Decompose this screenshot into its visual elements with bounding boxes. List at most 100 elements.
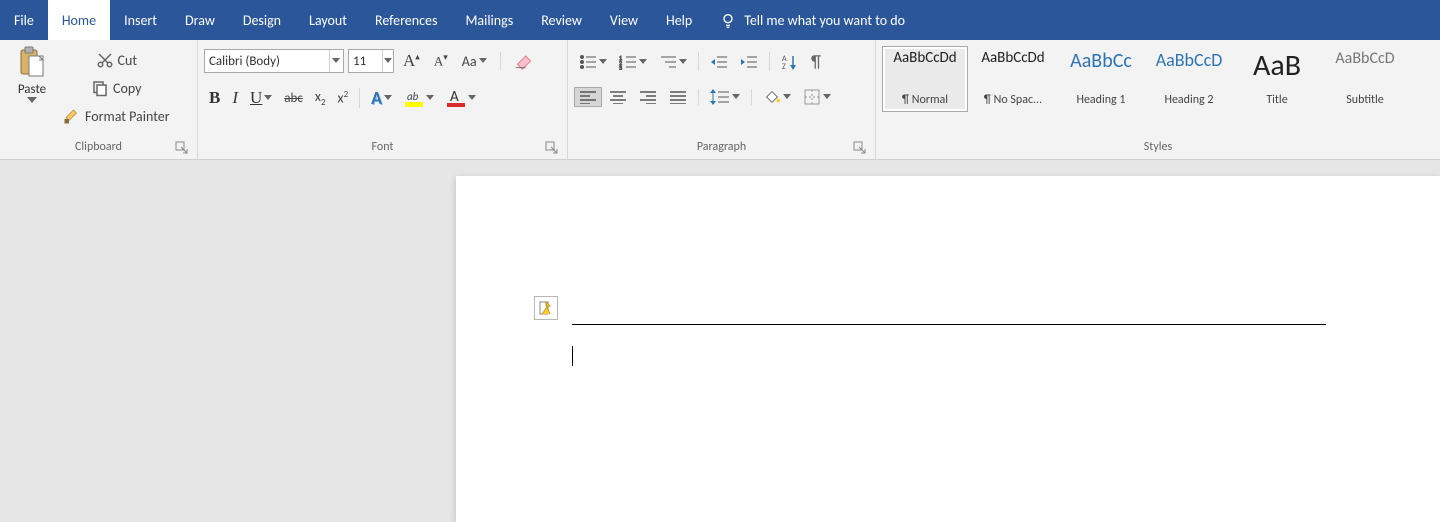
copy-icon — [91, 79, 109, 97]
svg-text:3: 3 — [619, 64, 622, 70]
group-clipboard: Paste Cut Copy Format Painter Clipboa — [0, 40, 198, 159]
style-item-subtitle[interactable]: AaBbCcDSubtitle — [1322, 46, 1408, 112]
show-hide-marks-button[interactable]: ¶ — [806, 48, 826, 75]
style-sample: AaBbCcD — [1156, 51, 1223, 69]
cut-button[interactable]: Cut — [58, 48, 175, 72]
sort-button[interactable]: AZ — [776, 50, 804, 74]
menu-layout[interactable]: Layout — [295, 0, 361, 40]
style-item--no-spac-[interactable]: AaBbCcDd¶ No Spac... — [970, 46, 1056, 112]
strikethrough-icon: abc — [284, 91, 303, 106]
chevron-down-icon — [468, 95, 476, 101]
document-page[interactable] — [456, 176, 1440, 522]
chevron-down-icon — [384, 95, 392, 101]
paint-bucket-icon — [763, 88, 781, 106]
paste-icon — [17, 46, 47, 80]
font-name-input[interactable] — [205, 54, 329, 69]
chevron-down-icon — [27, 97, 37, 105]
clipboard-launcher[interactable] — [175, 141, 189, 155]
style-sample: AaB — [1253, 51, 1301, 81]
menu-view[interactable]: View — [596, 0, 652, 40]
menu-mailings[interactable]: Mailings — [451, 0, 527, 40]
tell-me-search[interactable]: Tell me what you want to do — [706, 0, 919, 40]
font-launcher[interactable] — [545, 141, 559, 155]
font-size-input[interactable] — [349, 54, 382, 69]
style-item-heading-2[interactable]: AaBbCcDHeading 2 — [1146, 46, 1232, 112]
highlight-button[interactable]: ab — [399, 85, 439, 111]
sort-icon: AZ — [781, 53, 799, 71]
paste-button[interactable]: Paste — [6, 44, 58, 107]
style-sample: AaBbCc — [1070, 51, 1132, 71]
copy-button[interactable]: Copy — [58, 76, 175, 100]
strikethrough-button[interactable]: abc — [279, 88, 308, 109]
align-center-button[interactable] — [604, 87, 632, 107]
subscript-icon: x2 — [315, 88, 326, 108]
justify-button[interactable] — [664, 87, 692, 107]
change-case-button[interactable]: Aa — [457, 50, 492, 73]
text-effects-icon: A — [371, 87, 382, 109]
decrease-indent-button[interactable] — [705, 51, 733, 73]
font-size-combo[interactable] — [348, 49, 394, 73]
multilevel-list-button[interactable] — [654, 51, 692, 73]
eraser-icon — [514, 52, 534, 70]
menu-file[interactable]: File — [0, 0, 48, 40]
pilcrow-icon: ¶ — [811, 51, 821, 72]
menu-help[interactable]: Help — [652, 0, 706, 40]
menu-review[interactable]: Review — [527, 0, 596, 40]
highlight-icon: ab — [404, 88, 424, 108]
menu-references[interactable]: References — [361, 0, 451, 40]
menu-insert[interactable]: Insert — [110, 0, 171, 40]
superscript-icon: x2 — [338, 89, 349, 107]
menu-design[interactable]: Design — [229, 0, 295, 40]
line-spacing-icon — [710, 89, 730, 105]
font-name-combo[interactable] — [204, 49, 344, 73]
group-label-paragraph: Paragraph — [574, 140, 869, 154]
clear-formatting-button[interactable] — [509, 49, 539, 73]
paragraph-launcher[interactable] — [853, 141, 867, 155]
italic-button[interactable]: I — [227, 85, 243, 111]
subscript-button[interactable]: x2 — [310, 85, 331, 111]
menu-home[interactable]: Home — [48, 0, 110, 40]
multilevel-icon — [659, 54, 677, 70]
style-item-heading-1[interactable]: AaBbCcHeading 1 — [1058, 46, 1144, 112]
lightbulb-icon — [720, 12, 736, 28]
menu-draw[interactable]: Draw — [171, 0, 229, 40]
change-case-icon: Aa — [462, 53, 477, 70]
bullets-button[interactable] — [574, 51, 612, 73]
increase-indent-icon — [740, 54, 758, 70]
underline-icon: U — [250, 88, 262, 108]
chevron-down-icon — [599, 59, 607, 65]
format-painter-button[interactable]: Format Painter — [58, 104, 175, 128]
style-item-title[interactable]: AaBTitle — [1234, 46, 1320, 112]
line-spacing-button[interactable] — [705, 86, 745, 108]
grow-font-button[interactable]: A▴ — [398, 48, 425, 74]
align-left-button[interactable] — [574, 87, 602, 107]
document-workspace — [0, 160, 1440, 522]
group-paragraph: 123 AZ ¶ — [568, 40, 876, 159]
increase-indent-button[interactable] — [735, 51, 763, 73]
style-sample: AaBbCcDd — [981, 51, 1044, 66]
style-item--normal[interactable]: AaBbCcDd¶ Normal — [882, 46, 968, 112]
font-size-dropdown[interactable] — [382, 50, 393, 72]
separator — [751, 89, 752, 105]
align-right-button[interactable] — [634, 87, 662, 107]
style-sample: AaBbCcDd — [893, 51, 956, 66]
chevron-down-icon — [426, 95, 434, 101]
underline-button[interactable]: U — [245, 85, 277, 111]
align-left-icon — [579, 90, 597, 104]
borders-button[interactable] — [798, 85, 836, 109]
bold-button[interactable]: B — [204, 85, 225, 111]
styles-gallery: AaBbCcDd¶ NormalAaBbCcDd¶ No Spac...AaBb… — [882, 44, 1434, 137]
font-name-dropdown[interactable] — [329, 50, 343, 72]
text-effects-button[interactable]: A — [366, 84, 397, 112]
shrink-font-icon: A▾ — [434, 52, 448, 69]
group-label-styles: Styles — [882, 140, 1434, 154]
paste-options-icon — [538, 300, 554, 316]
superscript-button[interactable]: x2 — [333, 86, 354, 110]
justify-icon — [669, 90, 687, 104]
numbering-button[interactable]: 123 — [614, 51, 652, 73]
decrease-indent-icon — [710, 54, 728, 70]
font-color-button[interactable]: A — [441, 85, 481, 111]
shading-button[interactable] — [758, 85, 796, 109]
shrink-font-button[interactable]: A▾ — [429, 49, 453, 72]
paste-options-smarttag[interactable] — [534, 296, 558, 320]
